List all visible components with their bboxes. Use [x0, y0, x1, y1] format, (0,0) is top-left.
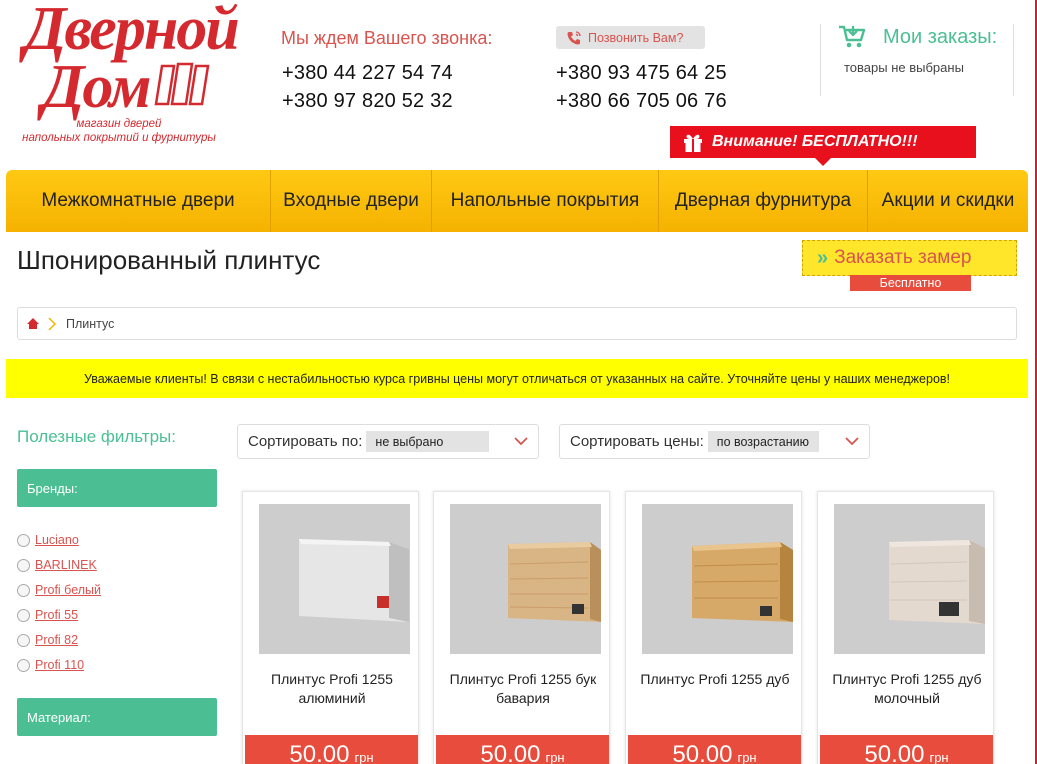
- radio-button[interactable]: [17, 583, 30, 597]
- phone-number[interactable]: +380 44 227 54 74: [282, 62, 453, 85]
- filters-title: Полезные фильтры:: [17, 427, 176, 446]
- brand-label[interactable]: Profi 110: [35, 658, 84, 672]
- my-orders-status: товары не выбраны: [844, 60, 964, 75]
- price-currency: грн: [929, 750, 949, 764]
- product-name[interactable]: Плинтус Profi 1255 алюминий: [251, 670, 413, 708]
- product-card[interactable]: Плинтус Profi 1255 дуб молочный 50.00 грн: [817, 491, 994, 764]
- sort-by-select[interactable]: Сортировать по: не выбрано: [237, 424, 539, 459]
- product-image[interactable]: [259, 504, 410, 654]
- sort-by-label: Сортировать по:: [248, 433, 363, 450]
- breadcrumb-current: Плинтус: [66, 316, 115, 331]
- site-logo[interactable]: Дверной Дом магазин дверей напольных пок…: [14, 0, 240, 150]
- material-filter-header[interactable]: Материал:: [17, 698, 217, 736]
- nav-promotions[interactable]: Акции и скидки: [868, 170, 1028, 232]
- logo-subtitle-2: напольных покрытий и фурнитуры: [22, 132, 216, 144]
- sort-price-select[interactable]: Сортировать цены: по возрастанию: [559, 424, 870, 459]
- radio-button[interactable]: [17, 658, 30, 672]
- phone-number[interactable]: +380 66 705 06 76: [556, 90, 727, 113]
- product-card[interactable]: Плинтус Profi 1255 алюминий 50.00 грн: [242, 491, 419, 764]
- product-price: 50.00 грн: [245, 735, 418, 764]
- nav-flooring[interactable]: Напольные покрытия: [432, 170, 659, 232]
- chevron-down-icon: [514, 437, 528, 446]
- main-nav: Межкомнатные двери Входные двери Напольн…: [6, 170, 1028, 232]
- brand-label[interactable]: Luciano: [35, 533, 79, 547]
- brand-filter-option[interactable]: BARLINEK: [17, 558, 97, 572]
- brand-label[interactable]: Profi белый: [35, 583, 101, 597]
- radio-button[interactable]: [17, 558, 30, 572]
- price-value: 50.00: [672, 741, 733, 764]
- price-value: 50.00: [864, 741, 925, 764]
- product-price: 50.00 грн: [436, 735, 609, 764]
- orders-divider: [820, 24, 821, 96]
- brand-filter-option[interactable]: Luciano: [17, 533, 79, 547]
- currency-notice: Уважаемые клиенты! В связи с нестабильно…: [6, 359, 1028, 398]
- brand-filter-option[interactable]: Profi 55: [17, 608, 78, 622]
- nav-interior-doors[interactable]: Межкомнатные двери: [6, 170, 271, 232]
- order-measurement-label: Заказать замер: [834, 247, 972, 268]
- sort-price-value[interactable]: по возрастанию: [707, 431, 819, 452]
- chevron-down-icon: [845, 437, 859, 446]
- brand-filter-option[interactable]: Profi 110: [17, 658, 84, 672]
- orders-divider: [1013, 24, 1014, 96]
- price-value: 50.00: [289, 741, 350, 764]
- price-currency: грн: [545, 750, 565, 764]
- brand-label[interactable]: Profi 55: [35, 608, 78, 622]
- home-icon[interactable]: [26, 317, 40, 330]
- product-price: 50.00 грн: [820, 735, 993, 764]
- phone-number[interactable]: +380 97 820 52 32: [282, 90, 453, 113]
- my-orders-title[interactable]: Мои заказы:: [883, 26, 997, 49]
- promo-text: Внимание! БЕСПЛАТНО!!!: [712, 133, 918, 150]
- radio-button[interactable]: [17, 633, 30, 647]
- nav-door-hardware[interactable]: Дверная фурнитура: [659, 170, 868, 232]
- double-chevron-right-icon: »: [817, 246, 828, 269]
- sort-by-value[interactable]: не выбрано: [366, 431, 490, 452]
- logo-line-2: Дом: [42, 52, 151, 123]
- nav-entrance-doors[interactable]: Входные двери: [271, 170, 432, 232]
- breadcrumb: Плинтус: [17, 307, 1017, 340]
- logo-subtitle: магазин дверей напольных покрытий и фурн…: [14, 117, 224, 145]
- logo-subtitle-1: магазин дверей: [76, 118, 162, 130]
- product-name[interactable]: Плинтус Profi 1255 дуб молочный: [826, 670, 988, 708]
- cart-icon[interactable]: [838, 24, 866, 50]
- product-card[interactable]: Плинтус Profi 1255 дуб 50.00 грн: [625, 491, 802, 764]
- measurement-free-badge: Бесплатно: [850, 275, 971, 291]
- phone-number[interactable]: +380 93 475 64 25: [556, 62, 727, 85]
- logo-line-2-text: Дом: [42, 53, 151, 121]
- price-value: 50.00: [480, 741, 541, 764]
- callback-button-label: Позвонить Вам?: [588, 30, 684, 45]
- radio-button[interactable]: [17, 608, 30, 622]
- product-image[interactable]: [450, 504, 601, 654]
- product-card[interactable]: Плинтус Profi 1255 бук бавария 50.00 грн: [433, 491, 610, 764]
- product-name[interactable]: Плинтус Profi 1255 бук бавария: [442, 670, 604, 708]
- brand-filter-option[interactable]: Profi 82: [17, 633, 78, 647]
- call-wait-label: Мы ждем Вашего звонка:: [281, 28, 493, 48]
- free-promo-banner[interactable]: Внимание! БЕСПЛАТНО!!!: [670, 126, 976, 158]
- brand-filter-option[interactable]: Profi белый: [17, 583, 101, 597]
- chevron-right-icon: [48, 316, 56, 331]
- brand-label[interactable]: BARLINEK: [35, 558, 97, 572]
- product-image[interactable]: [834, 504, 985, 654]
- order-measurement-button[interactable]: » Заказать замер: [802, 240, 1017, 276]
- callback-button[interactable]: Позвонить Вам?: [556, 26, 705, 49]
- promo-arrow: [815, 158, 831, 166]
- price-currency: грн: [354, 750, 374, 764]
- phone-icon: [567, 30, 581, 44]
- product-price: 50.00 грн: [628, 735, 801, 764]
- brand-label[interactable]: Profi 82: [35, 633, 78, 647]
- product-image[interactable]: [642, 504, 793, 654]
- page-title: Шпонированный плинтус: [17, 245, 321, 275]
- brands-filter-header[interactable]: Бренды:: [17, 469, 217, 507]
- product-name[interactable]: Плинтус Profi 1255 дуб: [634, 670, 796, 689]
- radio-button[interactable]: [17, 533, 30, 547]
- sort-price-label: Сортировать цены:: [570, 433, 704, 450]
- doors-logo-icon: [154, 62, 210, 106]
- gift-icon: [684, 134, 702, 152]
- price-currency: грн: [737, 750, 757, 764]
